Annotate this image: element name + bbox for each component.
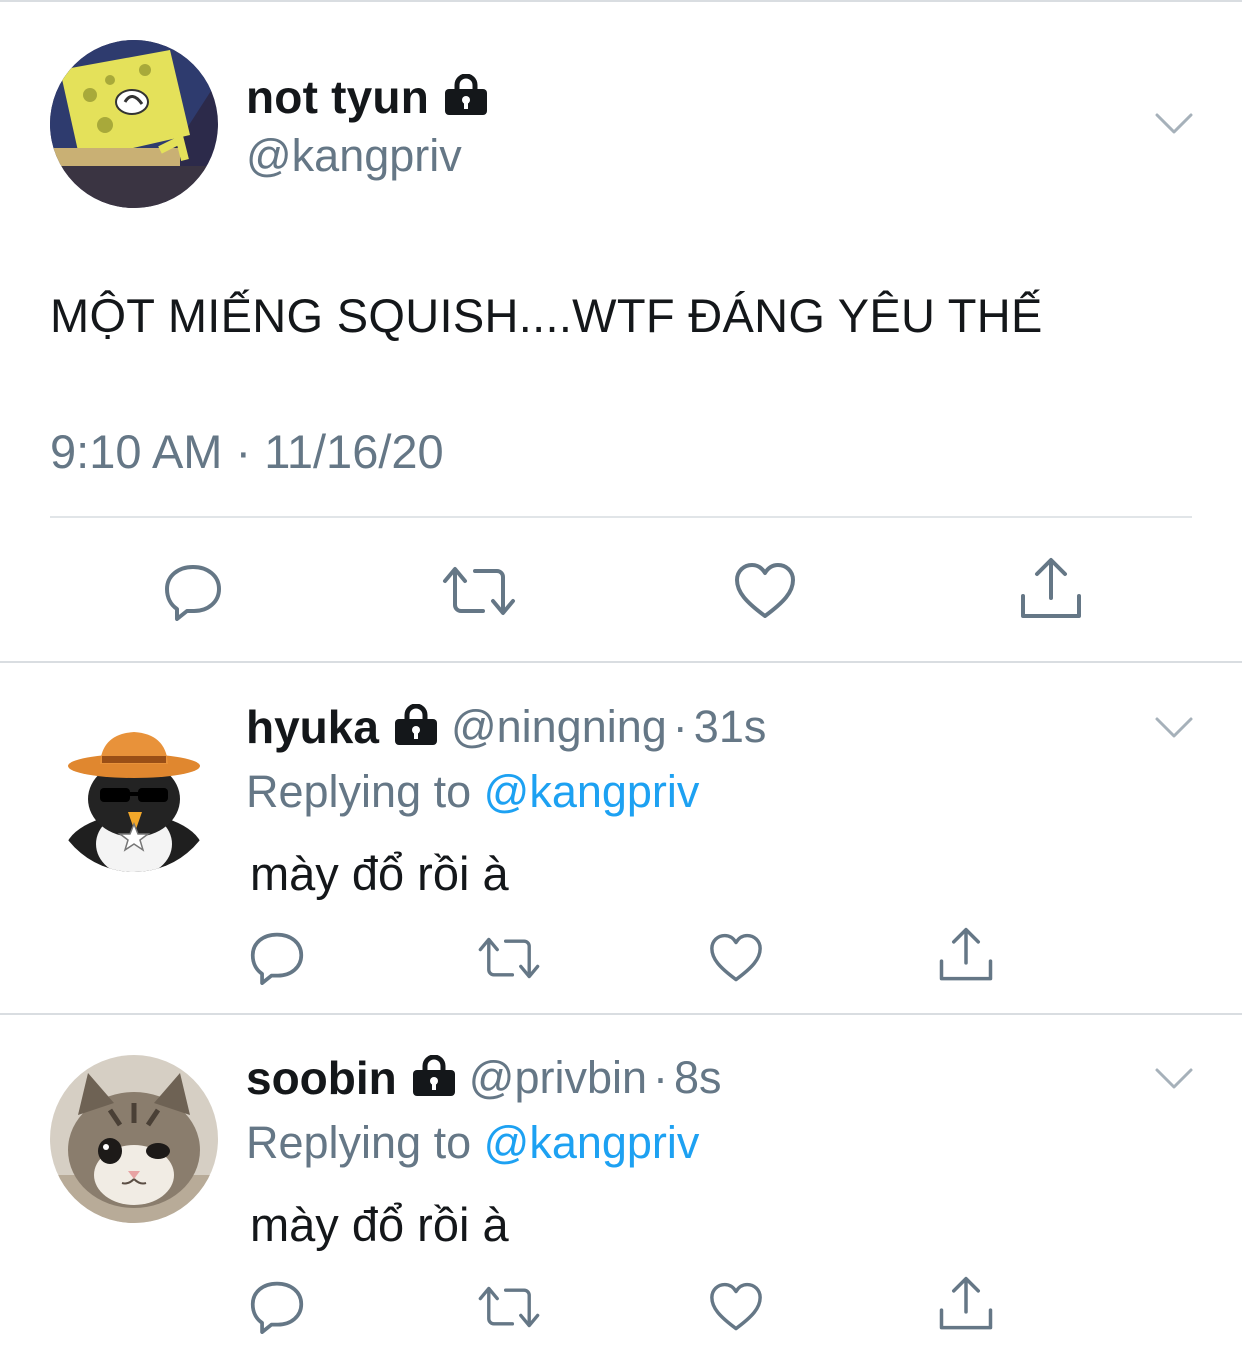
share-icon[interactable]	[936, 922, 996, 988]
relative-time[interactable]: 8s	[674, 1052, 722, 1104]
handle[interactable]: @ningning	[451, 701, 667, 753]
avatar[interactable]	[50, 40, 218, 208]
tweet-text: MỘT MIẾNG SQUISH....WTF ĐÁNG YÊU THẾ	[50, 289, 1043, 342]
lock-icon	[393, 703, 439, 751]
retweet-icon[interactable]	[476, 928, 542, 988]
divider	[50, 516, 1192, 518]
retweet-icon[interactable]	[476, 1277, 542, 1337]
reply-icon[interactable]	[246, 926, 308, 988]
like-icon[interactable]	[706, 928, 766, 988]
chevron-down-icon[interactable]	[1154, 1067, 1194, 1091]
chevron-down-icon[interactable]	[1154, 112, 1194, 136]
share-icon[interactable]	[936, 1271, 996, 1337]
avatar[interactable]	[50, 1055, 218, 1223]
share-icon[interactable]	[1018, 554, 1084, 624]
like-icon[interactable]	[732, 558, 798, 624]
mention-link[interactable]: @kangpriv	[484, 1117, 700, 1168]
replying-prefix: Replying to	[246, 1117, 484, 1168]
handle[interactable]: @privbin	[469, 1052, 647, 1104]
author-row: soobin @privbin · 8s	[246, 1051, 722, 1105]
replying-to: Replying to @kangpriv	[246, 1117, 699, 1169]
replying-to: Replying to @kangpriv	[246, 766, 699, 818]
reply-tweet: hyuka @ningning · 31s Replying to @kangp…	[0, 664, 1242, 1014]
divider	[0, 661, 1242, 663]
like-icon[interactable]	[706, 1277, 766, 1337]
separator: ·	[653, 1052, 669, 1103]
tweet-text: mày đổ rồi à	[250, 847, 509, 900]
reply-icon[interactable]	[160, 558, 226, 624]
avatar[interactable]	[50, 704, 218, 872]
lock-icon	[411, 1054, 457, 1102]
author-row: not tyun	[246, 70, 489, 124]
reply-tweet: soobin @privbin · 8s Replying to @kangpr…	[0, 1015, 1242, 1355]
mention-link[interactable]: @kangpriv	[484, 766, 700, 817]
relative-time[interactable]: 31s	[694, 701, 767, 753]
handle[interactable]: @kangpriv	[246, 130, 462, 182]
display-name[interactable]: not tyun	[246, 70, 429, 124]
main-tweet: not tyun @kangpriv MỘT MIẾNG SQUISH....W…	[0, 0, 1242, 664]
retweet-icon[interactable]	[440, 558, 518, 624]
tweet-text: mày đổ rồi à	[250, 1198, 509, 1251]
chevron-down-icon[interactable]	[1154, 716, 1194, 740]
separator: ·	[672, 701, 688, 752]
display-name[interactable]: hyuka	[246, 700, 379, 754]
replying-prefix: Replying to	[246, 766, 484, 817]
author-row: hyuka @ningning · 31s	[246, 700, 766, 754]
lock-icon	[443, 73, 489, 121]
timestamp[interactable]: 9:10 AM · 11/16/20	[50, 424, 444, 479]
reply-icon[interactable]	[246, 1275, 308, 1337]
display-name[interactable]: soobin	[246, 1051, 397, 1105]
